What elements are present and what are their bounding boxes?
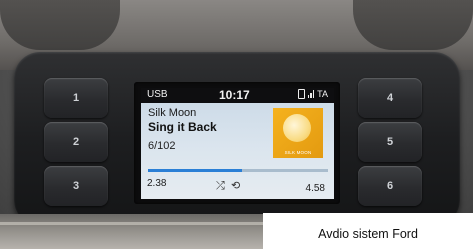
preset-button-4[interactable]: 4 <box>358 78 422 118</box>
source-label: USB <box>147 89 168 100</box>
artist-name: Silk Moon <box>148 107 197 119</box>
preset-keys-right: 4 5 6 <box>358 78 422 210</box>
preset-button-2[interactable]: 2 <box>44 122 108 162</box>
caption-box: Avdio sistem Ford <box>263 213 473 249</box>
song-title: Sing it Back <box>148 120 217 134</box>
status-icons: TA <box>297 89 328 99</box>
repeat-icon[interactable]: ⟲ <box>231 179 240 192</box>
traffic-announcement-label: TA <box>317 89 328 99</box>
preset-button-3[interactable]: 3 <box>44 166 108 206</box>
status-bar: USB 10:17 TA <box>141 88 334 103</box>
preset-keys-left: 1 2 3 <box>44 78 108 210</box>
moon-artwork <box>283 114 311 142</box>
progress-bar[interactable] <box>148 169 328 172</box>
preset-button-1[interactable]: 1 <box>44 78 108 118</box>
right-air-vent <box>353 0 473 50</box>
preset-button-6[interactable]: 6 <box>358 166 422 206</box>
caption-text: Avdio sistem Ford <box>318 227 418 241</box>
album-art-label: SILK MOON <box>284 150 312 155</box>
total-time: 4.58 <box>305 183 325 194</box>
car-dashboard-photo: 1 2 3 4 5 6 USB 10:17 TA Silk Moon Sing … <box>0 0 473 249</box>
media-display[interactable]: USB 10:17 TA Silk Moon Sing it Back 6/10… <box>141 88 334 199</box>
track-counter: 6/102 <box>148 140 176 152</box>
album-art: SILK MOON <box>273 108 323 158</box>
elapsed-time: 2.38 <box>147 178 167 189</box>
shuffle-icon[interactable]: ⤮ <box>216 180 225 193</box>
clock: 10:17 <box>219 88 250 102</box>
phone-icon <box>297 89 305 99</box>
left-air-vent <box>0 0 120 50</box>
progress-fill <box>148 169 242 172</box>
preset-button-5[interactable]: 5 <box>358 122 422 162</box>
signal-icon <box>307 90 315 98</box>
